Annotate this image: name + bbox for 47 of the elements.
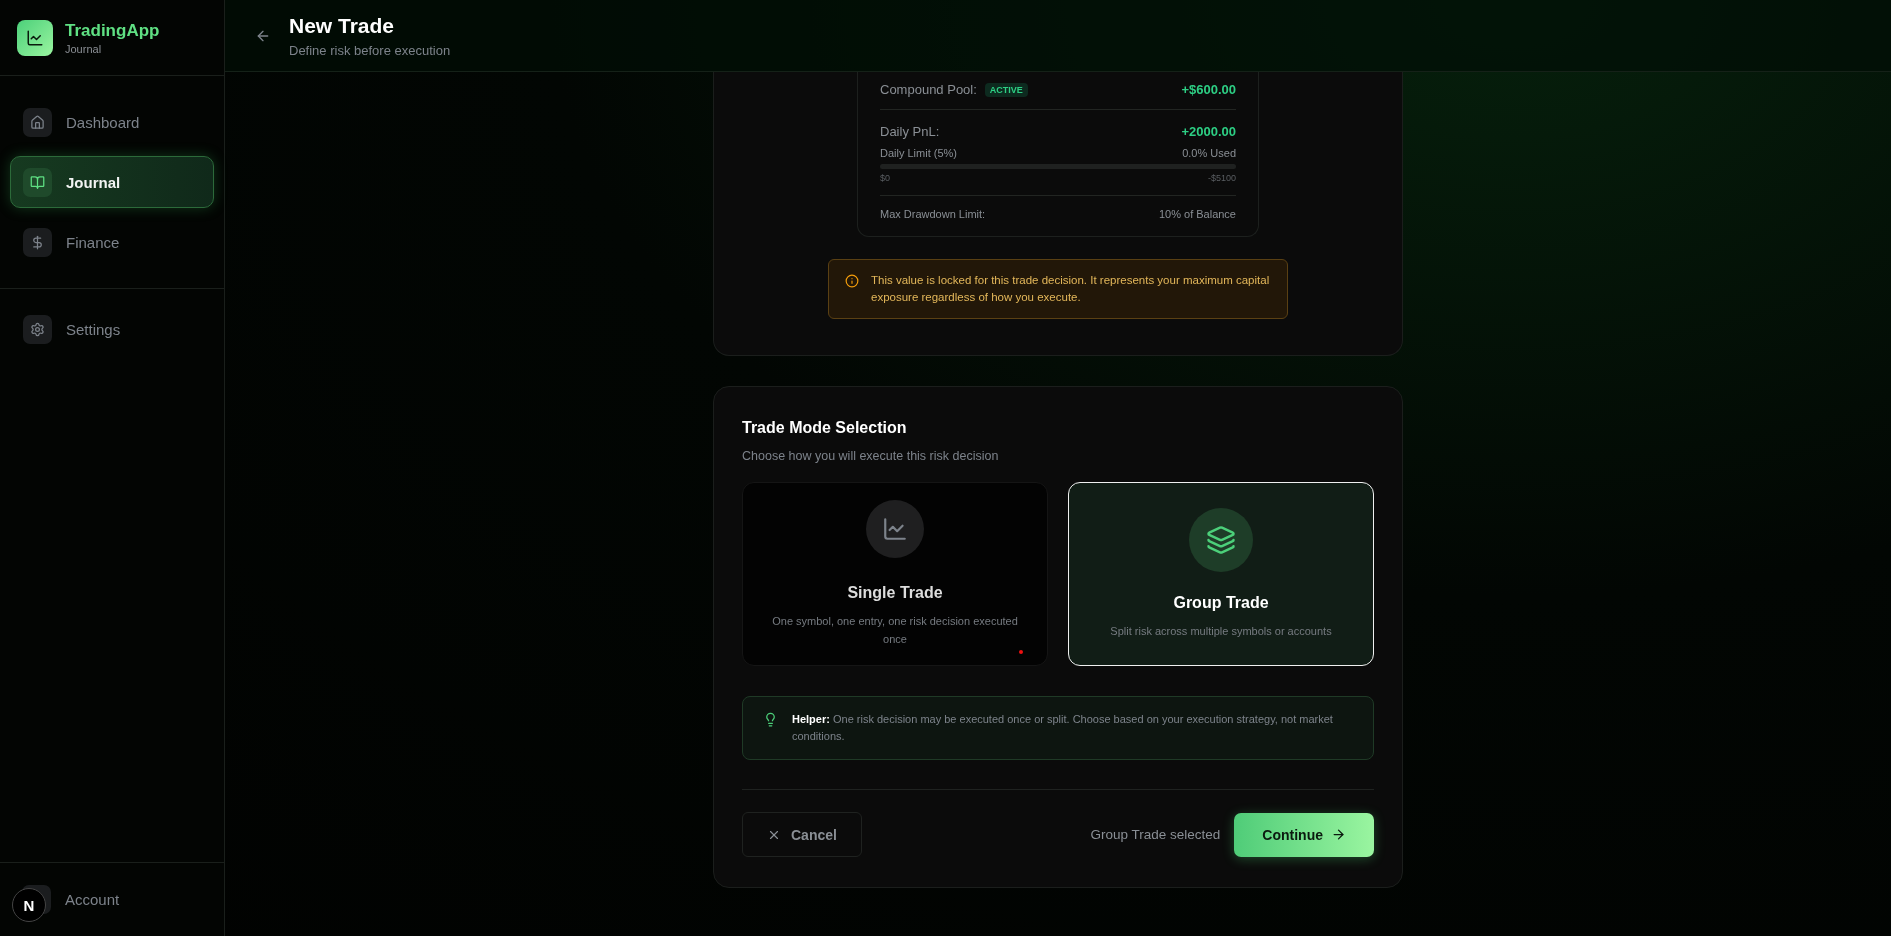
mode-option[interactable]: Single Trade One symbol, one entry, one risk decision executed once — [742, 482, 1048, 666]
selection-status: Group Trade selected — [1090, 827, 1221, 842]
option-description: Split risk across multiple symbols or accounts — [1109, 624, 1333, 639]
nav-item[interactable]: Journal — [10, 156, 214, 208]
nav-icon — [23, 227, 52, 257]
nav-icon — [23, 107, 52, 137]
nav-label: Journal — [66, 173, 121, 191]
continue-button[interactable]: Continue — [1234, 812, 1374, 857]
nav-item[interactable]: Dashboard — [10, 96, 214, 148]
indicator-dot — [1019, 650, 1023, 654]
helper-text: Helper: One risk decision may be executed once or split. Choose based on your execution strategy, not market conditions. — [792, 712, 1334, 744]
page-subtitle: Define risk before execution — [289, 42, 451, 58]
account-link[interactable]: Account — [65, 891, 120, 908]
dev-badge[interactable]: N — [12, 888, 46, 922]
limit-max-label: -$5100 — [1207, 173, 1236, 183]
max-drawdown-label: Max Drawdown Limit: — [880, 208, 986, 220]
section-title: Trade Mode Selection — [742, 419, 908, 437]
notice-text: This value is locked for this trade decision. It represents your maximum capital exposure regardless of how you execute. — [871, 273, 1271, 305]
nav-icon — [23, 314, 52, 344]
daily-pnl-label: Daily PnL: — [880, 124, 940, 139]
status-badge: ACTIVE — [984, 82, 1028, 97]
option-title: Single Trade — [847, 584, 943, 602]
daily-limit-reading: 0.0% Used — [1182, 147, 1236, 159]
option-description: One symbol, one entry, one risk decision executed once — [771, 614, 1019, 647]
nav-label: Dashboard — [66, 113, 140, 131]
nav-label: Finance — [66, 233, 120, 251]
info-icon — [845, 274, 859, 288]
nav-item[interactable]: Settings — [10, 303, 214, 355]
app-name: TradingApp — [65, 20, 160, 41]
limit-min-label: $0 — [880, 173, 890, 183]
app-subtitle: Journal — [65, 42, 103, 55]
page-title: New Trade — [289, 13, 396, 38]
compound-pool-value: +$600.00 — [1181, 82, 1236, 97]
mode-option[interactable]: Group Trade Split risk across multiple symbols or accounts — [1068, 482, 1374, 666]
lightbulb-icon — [763, 712, 778, 727]
logo-icon — [17, 19, 53, 56]
nav-icon — [23, 167, 52, 197]
compound-pool-label: Compound Pool: — [880, 82, 977, 97]
nav-label: Settings — [66, 320, 121, 338]
daily-limit-label: Daily Limit (5%) — [880, 147, 957, 159]
cancel-button[interactable]: Cancel — [742, 812, 862, 857]
max-drawdown-value: 10% of Balance — [1158, 208, 1236, 220]
arrow-right-icon — [1331, 827, 1346, 842]
option-title: Group Trade — [1173, 594, 1269, 612]
daily-pnl-value: +2000.00 — [1181, 124, 1236, 139]
nav-item[interactable]: Finance — [10, 216, 214, 268]
section-subtitle: Choose how you will execute this risk decision — [742, 449, 1000, 463]
